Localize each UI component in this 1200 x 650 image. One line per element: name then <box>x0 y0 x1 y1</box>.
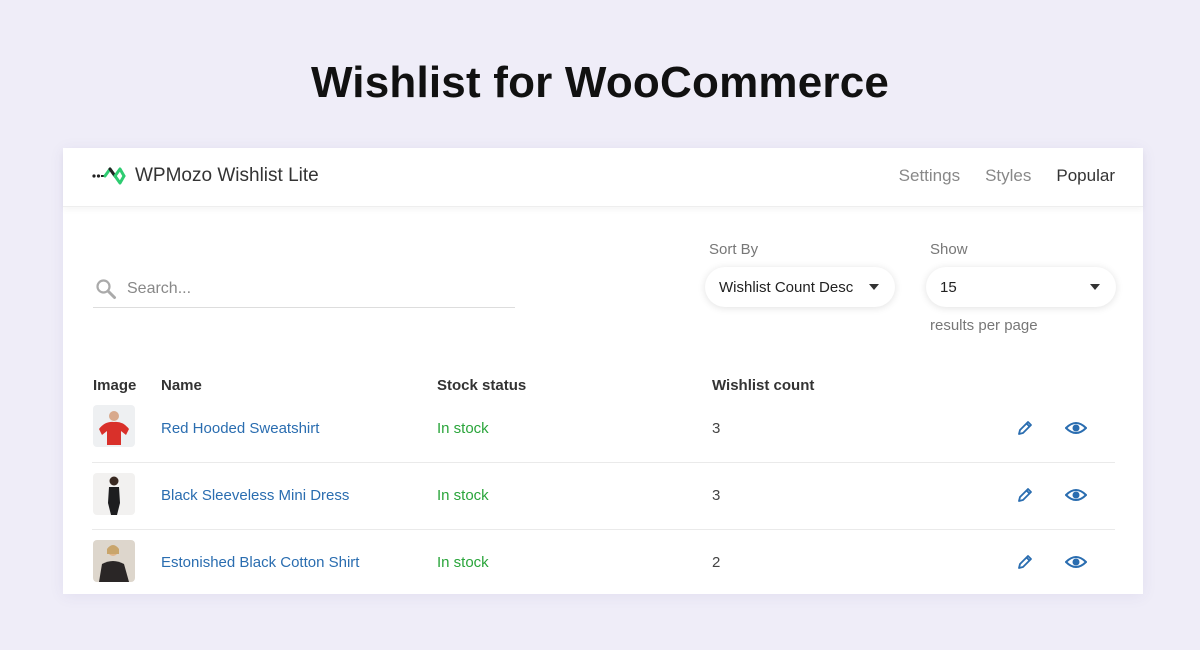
header-stock-status: Stock status <box>437 377 527 394</box>
brand[interactable]: WPMozo Wishlist Lite <box>92 165 319 187</box>
wishlist-count: 2 <box>712 554 721 571</box>
nav-styles[interactable]: Styles <box>985 166 1031 186</box>
page-headline: Wishlist for WooCommerce <box>310 58 890 107</box>
stock-status: In stock <box>437 420 489 437</box>
nav-popular[interactable]: Popular <box>1056 166 1115 186</box>
search-icon <box>96 278 116 299</box>
search-bar <box>93 270 515 308</box>
sort-by-label: Sort By <box>709 241 759 258</box>
wishlist-count: 3 <box>712 487 721 504</box>
stock-status: In stock <box>437 487 489 504</box>
table-row: Red Hooded Sweatshirt In stock 3 <box>92 395 1115 463</box>
wishlist-count: 3 <box>712 420 721 437</box>
view-icon[interactable] <box>1065 487 1087 503</box>
view-icon[interactable] <box>1065 420 1087 436</box>
header-image: Image <box>93 377 137 394</box>
product-name-link[interactable]: Black Sleeveless Mini Dress <box>161 487 349 504</box>
dropdown-caret-icon <box>1090 284 1100 290</box>
edit-icon[interactable] <box>1016 486 1034 504</box>
view-icon[interactable] <box>1065 554 1087 570</box>
table-row: Estonished Black Cotton Shirt In stock 2 <box>92 529 1115 596</box>
show-label: Show <box>930 241 968 258</box>
wishlist-panel: WPMozo Wishlist Lite Settings Styles Pop… <box>63 148 1143 594</box>
header-wishlist-count: Wishlist count <box>712 377 815 394</box>
table-row: Black Sleeveless Mini Dress In stock 3 <box>92 462 1115 530</box>
top-bar: WPMozo Wishlist Lite Settings Styles Pop… <box>63 148 1143 207</box>
product-thumbnail[interactable] <box>93 540 135 582</box>
sort-by-value: Wishlist Count Desc <box>719 278 854 296</box>
edit-icon[interactable] <box>1016 553 1034 571</box>
sort-by-select[interactable]: Wishlist Count Desc <box>705 267 895 307</box>
wpmozo-logo-icon <box>92 167 126 185</box>
search-input[interactable] <box>125 278 509 299</box>
product-image-icon <box>108 476 120 515</box>
show-count-select[interactable]: 15 <box>926 267 1116 307</box>
stock-status: In stock <box>437 554 489 571</box>
product-image-icon <box>99 545 129 582</box>
edit-icon[interactable] <box>1016 419 1034 437</box>
header-name: Name <box>161 377 202 394</box>
brand-name: WPMozo Wishlist Lite <box>135 165 319 186</box>
results-per-page-label: results per page <box>930 317 1038 334</box>
show-count-value: 15 <box>940 278 957 296</box>
top-nav: Settings Styles Popular <box>899 166 1115 186</box>
dropdown-caret-icon <box>869 284 879 290</box>
product-thumbnail[interactable] <box>93 473 135 515</box>
product-name-link[interactable]: Estonished Black Cotton Shirt <box>161 554 359 571</box>
product-thumbnail[interactable] <box>93 405 135 447</box>
nav-settings[interactable]: Settings <box>899 166 960 186</box>
product-name-link[interactable]: Red Hooded Sweatshirt <box>161 420 319 437</box>
product-image-icon <box>99 411 129 445</box>
